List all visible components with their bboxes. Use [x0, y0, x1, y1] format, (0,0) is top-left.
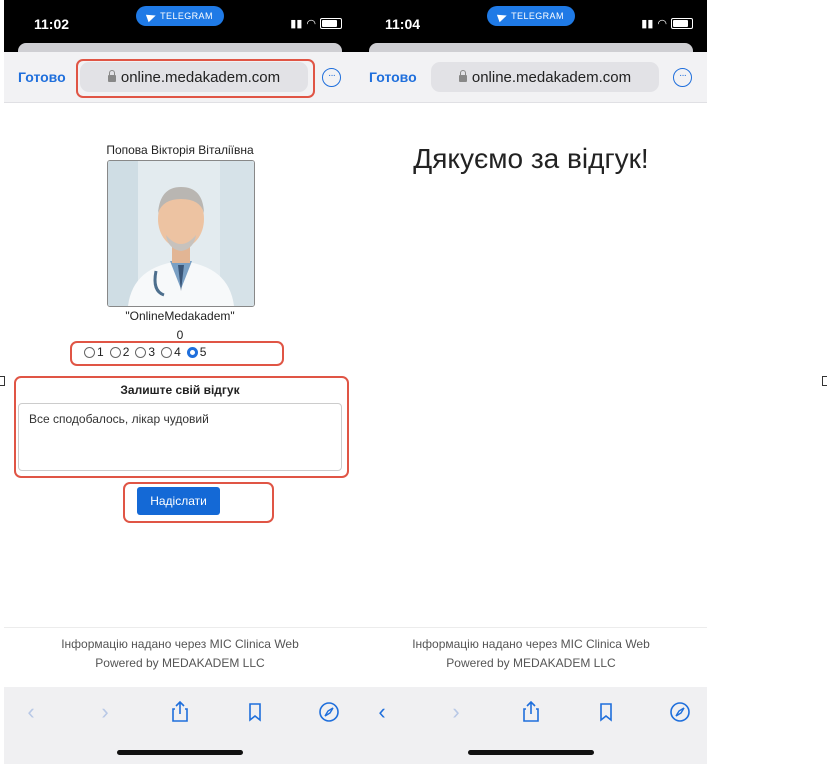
page-footer: Інформацію надано через MIC Clinica Web …: [355, 627, 707, 688]
rating-count: 0: [176, 328, 184, 342]
signal-icon: ▮▮: [290, 18, 303, 30]
more-icon[interactable]: ···: [322, 68, 341, 87]
home-indicator: [468, 750, 594, 755]
lock-icon: [458, 69, 467, 82]
browser-toolbar: Готово online.medakadem.com ···: [355, 52, 707, 103]
browser-navbar: ‹ ›: [355, 687, 707, 764]
thanks-heading: Дякуємо за відгук!: [413, 143, 649, 174]
forward-icon[interactable]: ›: [92, 699, 118, 725]
clinic-name: "OnlineMedakadem": [125, 309, 235, 323]
signal-icon: ▮▮: [641, 18, 654, 30]
edge-marker: [0, 376, 5, 386]
battery-icon: [320, 18, 342, 29]
highlight-send: [123, 482, 274, 523]
phone-screen-right: 11:04 TELEGRAM ▮▮ ◠ Готово online.medaka…: [355, 0, 707, 764]
doctor-name: Попова Вікторія Віталіївна: [106, 143, 254, 157]
highlight-rating: [70, 341, 284, 366]
url-text: online.medakadem.com: [471, 68, 632, 86]
status-time: 11:04: [385, 16, 421, 32]
footer-powered: Powered by MEDAKADEM LLC: [446, 656, 616, 670]
doctor-photo: [107, 160, 255, 307]
telegram-icon: [497, 11, 509, 22]
telegram-label: TELEGRAM: [160, 11, 213, 21]
back-icon[interactable]: ‹: [18, 699, 44, 725]
footer-powered: Powered by MEDAKADEM LLC: [95, 656, 265, 670]
bookmarks-icon[interactable]: [593, 699, 619, 725]
status-icons: ▮▮ ◠: [290, 17, 342, 30]
page-content: Попова Вікторія Віталіївна "OnlineMedaka…: [4, 103, 356, 627]
share-icon[interactable]: [518, 699, 544, 725]
home-indicator: [117, 750, 243, 755]
highlight-url: [76, 59, 315, 98]
share-icon[interactable]: [167, 699, 193, 725]
done-button[interactable]: Готово: [369, 69, 417, 85]
done-button[interactable]: Готово: [18, 69, 66, 85]
back-icon[interactable]: ‹: [369, 699, 395, 725]
browser-navbar: ‹ ›: [4, 687, 356, 764]
page-content: Дякуємо за відгук!: [355, 103, 707, 627]
wifi-icon: ◠: [657, 18, 667, 30]
edge-marker: [822, 376, 827, 386]
status-icons: ▮▮ ◠: [641, 17, 693, 30]
bookmarks-icon[interactable]: [242, 699, 268, 725]
footer-info: Інформацію надано через MIC Clinica Web: [412, 637, 650, 651]
forward-icon[interactable]: ›: [443, 699, 469, 725]
telegram-pill[interactable]: TELEGRAM: [487, 6, 575, 26]
more-icon[interactable]: ···: [673, 68, 692, 87]
telegram-pill[interactable]: TELEGRAM: [136, 6, 224, 26]
wifi-icon: ◠: [306, 18, 316, 30]
footer-info: Інформацію надано через MIC Clinica Web: [61, 637, 299, 651]
url-bar[interactable]: online.medakadem.com: [431, 62, 659, 92]
page-footer: Інформацію надано через MIC Clinica Web …: [4, 627, 356, 688]
phone-screen-left: 11:02 TELEGRAM ▮▮ ◠ Готово online.medaka…: [4, 0, 356, 764]
status-bar: 11:02 TELEGRAM ▮▮ ◠: [4, 0, 356, 53]
highlight-feedback: [14, 376, 349, 478]
compass-icon[interactable]: [316, 699, 342, 725]
battery-icon: [671, 18, 693, 29]
status-time: 11:02: [34, 16, 70, 32]
telegram-label: TELEGRAM: [511, 11, 564, 21]
status-bar: 11:04 TELEGRAM ▮▮ ◠: [355, 0, 707, 53]
telegram-icon: [146, 11, 158, 22]
compass-icon[interactable]: [667, 699, 693, 725]
